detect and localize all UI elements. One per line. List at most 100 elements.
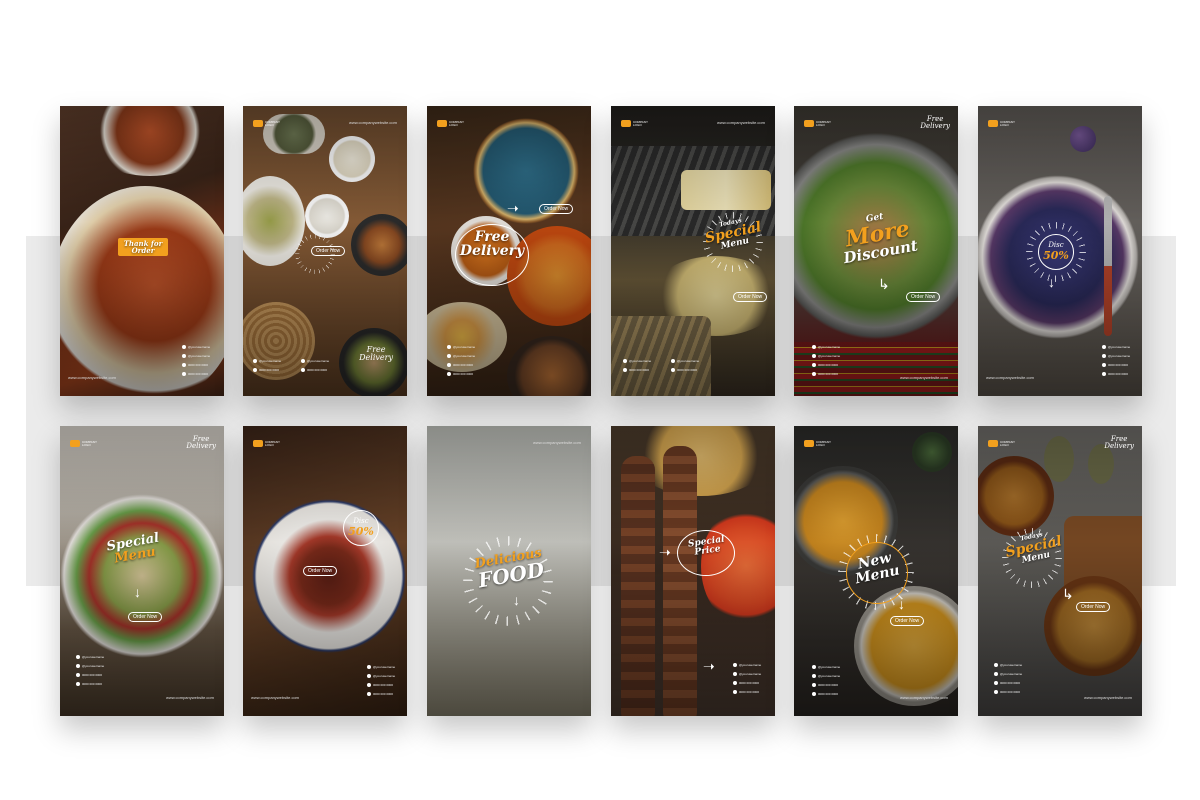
company-logo: COMPANY LOGO bbox=[253, 440, 280, 448]
order-now-button[interactable]: Order Now bbox=[303, 566, 338, 576]
social-icon bbox=[367, 674, 371, 678]
headline-small: Free bbox=[474, 229, 510, 245]
contact-list: @yourusername @yourusername 0000 000 000… bbox=[182, 344, 216, 380]
story-card-1[interactable]: Thank for Order @yourusername @yourusern… bbox=[60, 106, 224, 396]
story-card-2[interactable]: COMPANY LOGO www.companywebsite.com Orde… bbox=[243, 106, 407, 396]
badge-big: 50% bbox=[348, 525, 374, 538]
order-now-button[interactable]: Order Now bbox=[128, 612, 163, 622]
contact-list: @yourusername @yourusername 0000 000 000… bbox=[1102, 344, 1136, 380]
company-logo: COMPANY LOGO bbox=[988, 120, 1015, 128]
phone-icon bbox=[733, 690, 737, 694]
social-icon bbox=[733, 663, 737, 667]
website-url[interactable]: www.companywebsite.com bbox=[986, 375, 1034, 380]
free-delivery-tag: Free Delivery bbox=[920, 115, 950, 130]
social-icon bbox=[367, 665, 371, 669]
company-logo: COMPANY LOGO bbox=[621, 120, 648, 128]
discount-badge: Disc 50% bbox=[343, 510, 379, 546]
social-icon bbox=[253, 359, 257, 363]
story-card-9[interactable]: www.companywebsite.com Delicious FOOD ↓ bbox=[427, 426, 591, 716]
social-icon bbox=[812, 354, 816, 358]
story-card-4[interactable]: COMPANY LOGO www.companywebsite.com Toda… bbox=[611, 106, 775, 396]
website-url[interactable]: www.companywebsite.com bbox=[533, 440, 581, 445]
contact-list: @yourusername @yourusername 0000 000 000… bbox=[733, 662, 767, 698]
phone-icon bbox=[182, 372, 186, 376]
phone-icon bbox=[812, 363, 816, 367]
phone-icon bbox=[76, 682, 80, 686]
contact-list: @yourusername @yourusername 0000 000 000… bbox=[623, 358, 723, 376]
website-url[interactable]: www.companywebsite.com bbox=[717, 120, 765, 125]
story-card-11[interactable]: COMPANY LOGO New Menu ↓ Order Now @youru… bbox=[794, 426, 958, 716]
social-icon bbox=[182, 345, 186, 349]
phone-icon bbox=[182, 363, 186, 367]
website-url[interactable]: www.companywebsite.com bbox=[1084, 695, 1132, 700]
social-icon bbox=[447, 354, 451, 358]
sunburst-decoration bbox=[295, 234, 335, 274]
social-icon bbox=[182, 354, 186, 358]
story-card-5[interactable]: COMPANY LOGO Free Delivery Get More Disc… bbox=[794, 106, 958, 396]
company-logo: COMPANY LOGO bbox=[804, 120, 831, 128]
website-url[interactable]: www.companywebsite.com bbox=[251, 695, 299, 700]
phone-icon bbox=[733, 681, 737, 685]
discount-badge: Disc 50% bbox=[1038, 234, 1074, 270]
headline: Free Delivery bbox=[457, 230, 527, 258]
free-delivery-tag: Free Delivery bbox=[186, 435, 216, 450]
social-icon bbox=[733, 672, 737, 676]
social-icon bbox=[671, 359, 675, 363]
story-card-7[interactable]: COMPANY LOGO Free Delivery Special Menu … bbox=[60, 426, 224, 716]
social-icon bbox=[812, 345, 816, 349]
social-icon bbox=[994, 663, 998, 667]
social-icon bbox=[1102, 345, 1106, 349]
phone-icon bbox=[671, 368, 675, 372]
phone-icon bbox=[367, 692, 371, 696]
phone-icon bbox=[253, 368, 257, 372]
social-icon bbox=[1102, 354, 1106, 358]
social-icon bbox=[623, 359, 627, 363]
arrow-icon: ↳ bbox=[878, 276, 890, 292]
contact-list: @yourusername @yourusername 0000 000 000… bbox=[253, 358, 353, 376]
phone-icon bbox=[301, 368, 305, 372]
phone-icon bbox=[812, 692, 816, 696]
arrow-icon: ↓ bbox=[1048, 274, 1055, 290]
arrow-icon: ↓ bbox=[134, 584, 141, 600]
phone-icon bbox=[1102, 363, 1106, 367]
social-icon bbox=[301, 359, 305, 363]
phone-icon bbox=[994, 690, 998, 694]
order-now-button[interactable]: Order Now bbox=[906, 292, 941, 302]
arrow-icon: ↓ bbox=[898, 596, 905, 612]
contact-list: @yourusername @yourusername 0000 000 000… bbox=[367, 664, 401, 700]
free-delivery-tag: Free Delivery bbox=[1104, 435, 1134, 450]
social-icon bbox=[76, 664, 80, 668]
phone-icon bbox=[447, 363, 451, 367]
order-now-button[interactable]: Order Now bbox=[733, 292, 768, 302]
phone-icon bbox=[812, 683, 816, 687]
story-card-8[interactable]: COMPANY LOGO Disc 50% Order Now @youruse… bbox=[243, 426, 407, 716]
contact-list: @yourusername @yourusername 0000 000 000… bbox=[994, 662, 1028, 698]
company-logo: COMPANY LOGO bbox=[988, 440, 1015, 448]
story-card-6[interactable]: COMPANY LOGO Disc 50% ↓ @yourusername @y… bbox=[978, 106, 1142, 396]
arrow-icon: ↳ bbox=[1062, 586, 1074, 602]
order-now-button[interactable]: Order Now bbox=[539, 204, 574, 214]
website-url[interactable]: www.companywebsite.com bbox=[166, 695, 214, 700]
story-card-10[interactable]: Special Price ➝ ➝ @yourusername @youruse… bbox=[611, 426, 775, 716]
order-now-button[interactable]: Order Now bbox=[1076, 602, 1111, 612]
website-url[interactable]: www.companywebsite.com bbox=[68, 375, 116, 380]
company-logo: COMPANY LOGO bbox=[253, 120, 280, 128]
website-url[interactable]: www.companywebsite.com bbox=[900, 695, 948, 700]
story-card-12[interactable]: COMPANY LOGO Free Delivery Todays Specia… bbox=[978, 426, 1142, 716]
phone-icon bbox=[623, 368, 627, 372]
website-url[interactable]: www.companywebsite.com bbox=[900, 375, 948, 380]
phone-icon bbox=[994, 681, 998, 685]
contact-list: @yourusername @yourusername 0000 000 000… bbox=[812, 344, 846, 380]
badge-big: 50% bbox=[1043, 249, 1069, 262]
arrow-icon: ➝ bbox=[659, 544, 671, 560]
social-icon bbox=[812, 665, 816, 669]
contact-list: @yourusername @yourusername 0000 000 000… bbox=[812, 664, 846, 700]
story-card-3[interactable]: COMPANY LOGO ➝ Order Now Free Delivery @… bbox=[427, 106, 591, 396]
website-url[interactable]: www.companywebsite.com bbox=[349, 120, 397, 125]
phone-icon bbox=[812, 372, 816, 376]
free-delivery-tag: Free Delivery bbox=[359, 345, 393, 362]
headline: Thank for Order bbox=[118, 238, 168, 256]
order-now-button[interactable]: Order Now bbox=[890, 616, 925, 626]
phone-icon bbox=[367, 683, 371, 687]
badge-small: Disc bbox=[1048, 241, 1064, 249]
